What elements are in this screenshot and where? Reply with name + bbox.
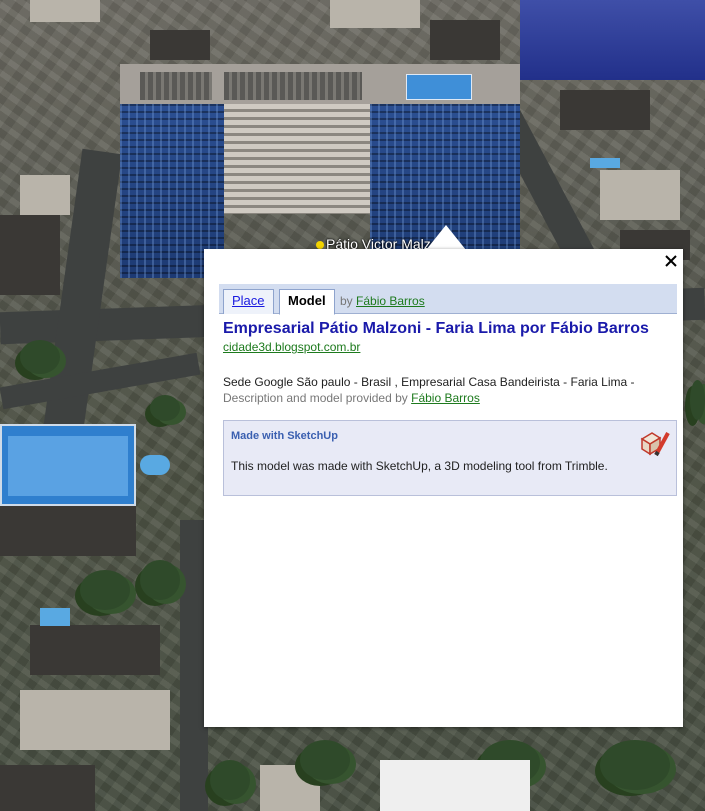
credit-author-link[interactable]: Fábio Barros <box>411 391 480 405</box>
city-block <box>560 90 650 130</box>
pool <box>40 608 70 626</box>
tree <box>600 740 670 790</box>
sketchup-notice: Made with SketchUp This model was made w… <box>223 420 677 496</box>
tree <box>150 395 180 421</box>
roof-panel <box>224 72 362 100</box>
city-block <box>30 625 160 675</box>
pool <box>140 455 170 475</box>
city-block <box>30 0 100 22</box>
pool <box>590 158 620 168</box>
close-icon[interactable] <box>663 253 679 269</box>
city-block <box>0 765 95 811</box>
tree <box>210 760 250 800</box>
source-url-link[interactable]: cidade3d.blogspot.com.br <box>223 340 360 354</box>
city-block <box>330 0 420 28</box>
building-roof <box>120 64 520 108</box>
credit-line: Description and model provided by Fábio … <box>223 391 480 405</box>
credit-prefix: Description and model provided by <box>223 391 408 405</box>
city-block <box>600 170 680 220</box>
sketchup-text: This model was made with SketchUp, a 3D … <box>231 459 608 473</box>
tree <box>690 380 705 420</box>
city-block <box>0 506 136 556</box>
white-building <box>380 760 530 811</box>
tab-place[interactable]: Place <box>223 289 274 314</box>
helipad <box>406 74 472 100</box>
tree <box>80 570 130 610</box>
by-prefix: by <box>340 294 353 308</box>
model-title: Empresarial Pátio Malzoni - Faria Lima p… <box>223 320 649 337</box>
building-core <box>224 104 370 214</box>
helipad-building <box>0 424 136 506</box>
city-block <box>20 690 170 750</box>
city-block <box>430 20 500 60</box>
tab-model[interactable]: Model <box>279 289 335 315</box>
blue-building <box>520 0 705 80</box>
city-block <box>150 30 210 60</box>
model-author-line: by Fábio Barros <box>340 294 425 308</box>
sketchup-logo-icon <box>640 432 670 457</box>
tree <box>20 340 60 374</box>
city-block <box>0 215 60 295</box>
tree <box>300 740 350 780</box>
balloon-tab-bar: Place Model by Fábio Barros <box>219 284 677 315</box>
city-block <box>20 175 70 215</box>
roof-panel <box>140 72 212 100</box>
tree <box>140 560 180 600</box>
author-link[interactable]: Fábio Barros <box>356 294 425 308</box>
balloon-tail <box>426 225 466 250</box>
info-balloon: Place Model by Fábio Barros Empresarial … <box>204 249 683 727</box>
helipad <box>8 436 128 496</box>
model-description: Sede Google São paulo - Brasil , Empresa… <box>223 375 635 389</box>
sketchup-heading: Made with SketchUp <box>231 430 338 442</box>
